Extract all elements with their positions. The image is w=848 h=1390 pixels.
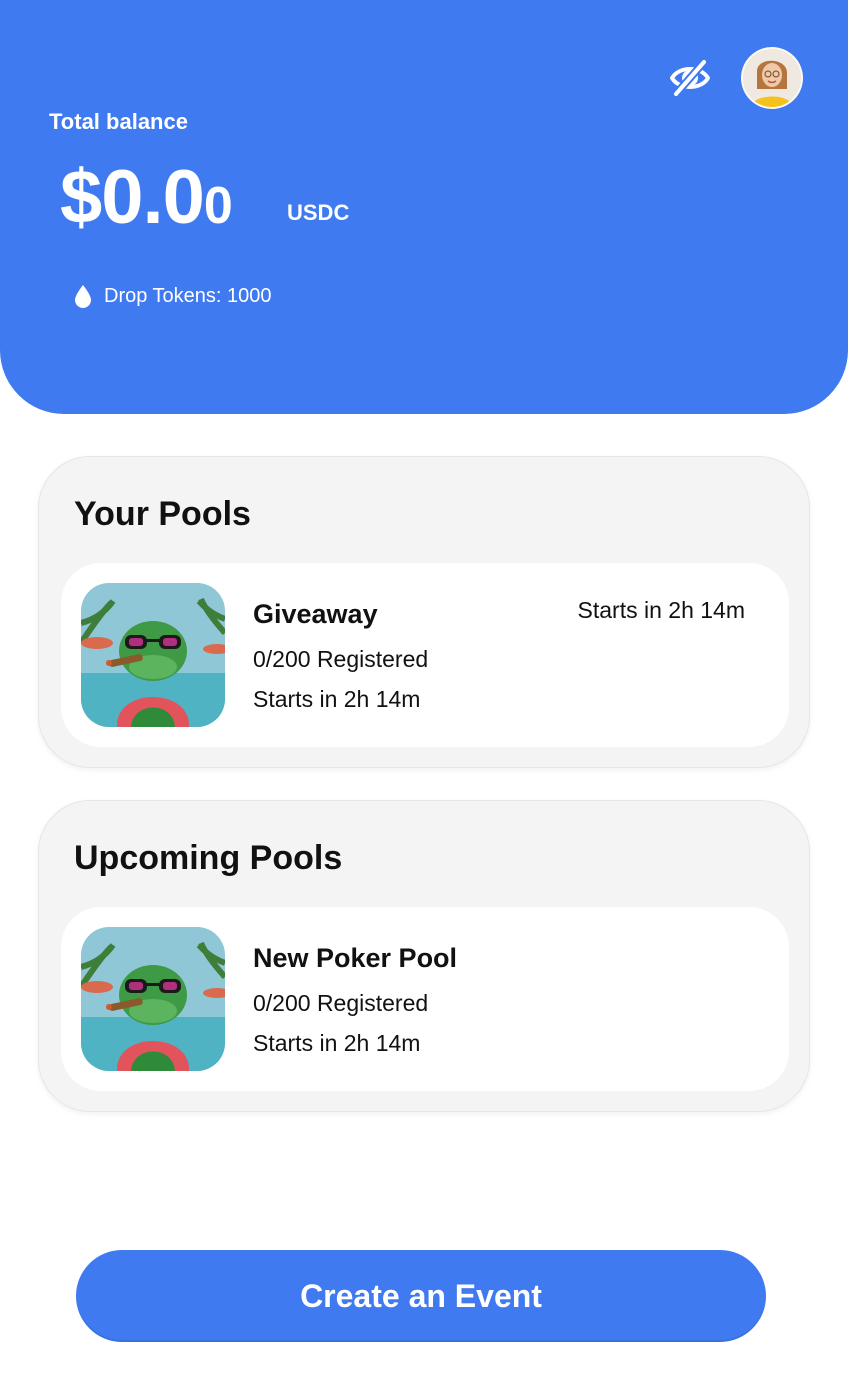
balance-label: Total balance — [49, 109, 188, 134]
drop-tokens: Drop Tokens: 1000 — [74, 284, 272, 308]
upcoming-pools-card: Upcoming Pools New Poker Pool 0/200 Regi… — [38, 800, 810, 1112]
drop-tokens-text: Drop Tokens: 1000 — [104, 284, 272, 307]
upcoming-pools-title: Upcoming Pools — [74, 839, 343, 877]
pool-item-new-poker-pool[interactable]: New Poker Pool 0/200 Registered Starts i… — [61, 907, 789, 1091]
balance-header: Total balance $0.00 USDC Drop Tokens: 10… — [0, 0, 848, 414]
balance-currency: USDC — [287, 200, 350, 225]
user-avatar[interactable] — [741, 47, 803, 109]
pool-name: New Poker Pool — [253, 943, 458, 973]
pool-registered: 0/200 Registered — [253, 990, 429, 1016]
eye-off-icon — [670, 58, 710, 98]
pool-registered: 0/200 Registered — [253, 646, 429, 672]
pool-thumbnail — [81, 927, 225, 1071]
pool-starts: Starts in 2h 14m — [253, 1030, 421, 1056]
balance-amount: $0.00 — [60, 158, 233, 246]
create-event-button[interactable]: Create an Event — [76, 1250, 766, 1342]
hide-balance-button[interactable] — [666, 56, 714, 100]
your-pools-card: Your Pools Giveaway 0/200 Registered Sta… — [38, 456, 810, 768]
pool-starts: Starts in 2h 14m — [253, 686, 421, 712]
pool-starts-badge: Starts in 2h 14m — [577, 597, 745, 623]
drop-icon — [75, 285, 91, 308]
balance-small-digit: 0 — [203, 177, 233, 235]
balance-main: $0.0 — [60, 155, 205, 240]
your-pools-title: Your Pools — [74, 495, 251, 533]
pool-thumbnail — [81, 583, 225, 727]
pool-name: Giveaway — [253, 599, 378, 629]
pool-item-giveaway[interactable]: Giveaway 0/200 Registered Starts in 2h 1… — [61, 563, 789, 747]
